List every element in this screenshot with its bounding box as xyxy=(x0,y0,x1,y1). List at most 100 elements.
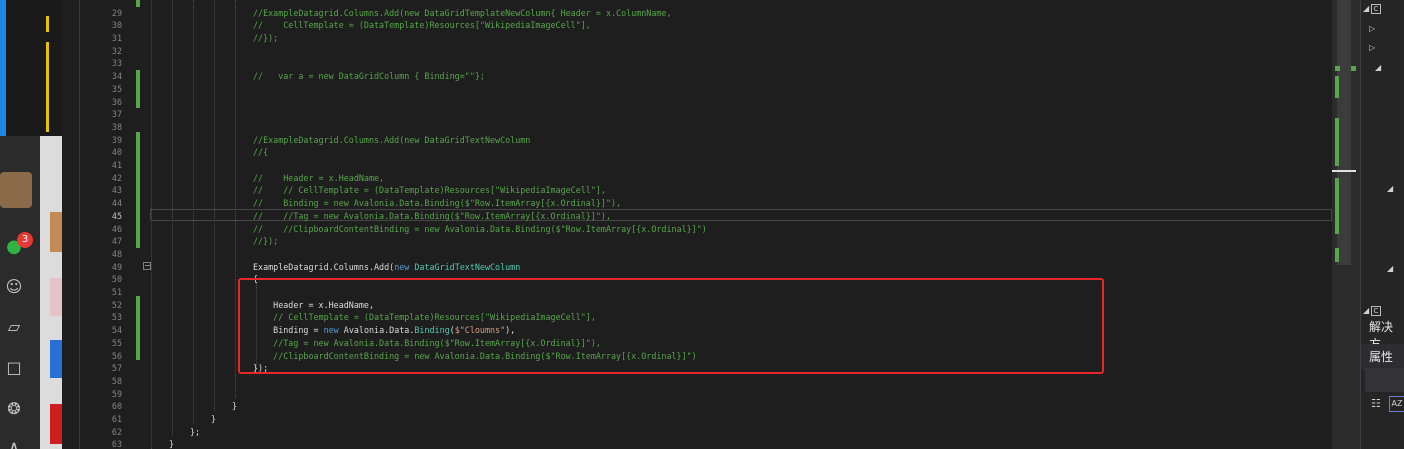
line-number: 35 xyxy=(111,83,122,94)
line-number: 53 xyxy=(111,312,122,323)
expand-triangle-icon[interactable]: ◢ xyxy=(1363,4,1369,13)
line-number: 30 xyxy=(111,20,122,31)
code-text: //ExampleDatagrid.Columns.Add(new DataGr… xyxy=(253,7,672,18)
expand-triangle-icon[interactable]: ◢ xyxy=(1363,306,1369,315)
line-number: 34 xyxy=(111,71,122,82)
code-line[interactable]: 60} xyxy=(62,400,1332,413)
expand-triangle-icon[interactable]: ▷ xyxy=(1369,43,1375,52)
line-number: 36 xyxy=(111,96,122,107)
code-text: } xyxy=(211,414,217,424)
alphabetical-sort-icon[interactable]: AZ xyxy=(1389,396,1404,412)
code-text: // CellTemplate = (DataTemplate)Resource… xyxy=(253,20,591,31)
code-line[interactable]: 58 xyxy=(62,375,1332,388)
code-text: // Header = x.HeadName, xyxy=(253,172,385,183)
line-number: 46 xyxy=(111,223,122,234)
line-number: 56 xyxy=(111,350,122,361)
code-text: }; xyxy=(190,426,201,437)
change-marker xyxy=(1335,248,1339,262)
line-number: 41 xyxy=(111,160,122,170)
change-marker xyxy=(1335,178,1339,234)
code-line-current[interactable]: 45 // //Tag = new Avalonia.Data.Binding($… xyxy=(62,210,1332,223)
code-text: //{ xyxy=(253,147,269,158)
code-line[interactable]: 32 xyxy=(62,45,1332,58)
code-line[interactable]: 43 // // CellTemplate = (DataTemplate)Res… xyxy=(62,184,1332,197)
line-number: 29 xyxy=(111,7,122,18)
expand-triangle-icon[interactable]: ◢ xyxy=(1387,184,1393,193)
code-line[interactable]: 61} xyxy=(62,413,1332,426)
change-marker xyxy=(1351,66,1356,71)
code-line[interactable]: 42 // Header = x.HeadName, xyxy=(62,172,1332,185)
code-text: // // CellTemplate = (DataTemplate)Resou… xyxy=(253,185,606,196)
code-line[interactable]: 49 ExampleDatagrid.Columns.Add(new DataGr… xyxy=(62,261,1332,274)
code-line[interactable]: 34 // var a = new DataGridColumn { Bindin… xyxy=(62,70,1332,83)
line-number: 40 xyxy=(111,147,122,158)
code-line[interactable]: 36 xyxy=(62,96,1332,109)
contacts-icon[interactable]: ☺ xyxy=(3,276,25,298)
code-line[interactable]: 40 //{ xyxy=(62,146,1332,159)
folder-icon[interactable]: □ xyxy=(3,357,25,379)
code-editor[interactable]: − 29//ExampleDatagrid.Columns.Add(new Da… xyxy=(62,0,1332,449)
code-line[interactable]: 37 xyxy=(62,108,1332,121)
conversation-thumbnail[interactable] xyxy=(50,278,62,316)
properties-object-selector[interactable] xyxy=(1365,368,1404,392)
conversation-thumbnail[interactable] xyxy=(50,212,62,252)
code-text: // Binding = new Avalonia.Data.Binding($… xyxy=(253,198,622,209)
chat-app-sidebar: ● 3 ☺ ▱ □ ❂ ∧ xyxy=(0,0,62,449)
scrollbar-thumb[interactable] xyxy=(1337,0,1351,265)
more-icon[interactable]: ∧ xyxy=(3,436,25,449)
avatar[interactable] xyxy=(0,172,32,208)
line-number: 61 xyxy=(111,414,122,424)
change-marker xyxy=(1335,118,1339,166)
line-number: 31 xyxy=(111,33,122,43)
code-text: // //ClipboardContentBinding = new Avalo… xyxy=(253,223,707,234)
code-line[interactable]: 31 //}); xyxy=(62,32,1332,45)
code-line[interactable]: 48 xyxy=(62,248,1332,261)
collapse-all-icon[interactable]: C xyxy=(1371,306,1381,316)
conversation-thumbnail[interactable] xyxy=(50,340,62,378)
red-annotation-box xyxy=(238,278,1104,374)
indicator-bar xyxy=(46,42,49,132)
change-marker xyxy=(1335,76,1339,98)
line-number: 55 xyxy=(111,337,122,348)
code-line[interactable]: 46 // //ClipboardContentBinding = new Ava… xyxy=(62,223,1332,236)
code-text: } xyxy=(232,401,238,412)
code-line[interactable]: 63} xyxy=(62,438,1332,449)
cube-icon[interactable]: ▱ xyxy=(3,316,25,338)
line-number: 63 xyxy=(111,439,122,449)
code-line[interactable]: 38 xyxy=(62,121,1332,134)
tool-window-panel: C ◢ ▷ ▷ ◢ ◢ ◢ ◢ C 解决方 属性 ☷ AZ xyxy=(1360,0,1404,449)
code-line[interactable]: 62}; xyxy=(62,426,1332,439)
code-line[interactable]: 39 //ExampleDatagrid.Columns.Add(new Data… xyxy=(62,134,1332,147)
line-number: 45 xyxy=(111,210,122,221)
conversation-thumbnail[interactable] xyxy=(50,404,62,444)
expand-triangle-icon[interactable]: ▷ xyxy=(1369,24,1375,33)
line-number: 32 xyxy=(111,45,122,56)
categorized-icon[interactable]: ☷ xyxy=(1371,397,1385,411)
line-number: 50 xyxy=(111,274,122,285)
vertical-scrollbar[interactable] xyxy=(1332,0,1360,449)
code-line[interactable]: 29 //ExampleDatagrid.Columns.Add(new Data… xyxy=(62,7,1332,20)
expand-triangle-icon[interactable]: ◢ xyxy=(1387,264,1393,273)
line-number: 37 xyxy=(111,109,122,120)
code-line[interactable]: 44 // Binding = new Avalonia.Data.Binding… xyxy=(62,197,1332,210)
code-text: //}); xyxy=(253,236,279,247)
code-token: ExampleDatagrid.Columns.Add(new DataGrid… xyxy=(253,261,521,272)
window-edge-accent xyxy=(0,0,6,136)
code-text: // var a = new DataGridColumn { Binding=… xyxy=(253,71,485,82)
taskbar-strip xyxy=(0,0,62,136)
code-line[interactable]: 33 xyxy=(62,57,1332,70)
line-number: 39 xyxy=(111,134,122,145)
line-number: 33 xyxy=(111,58,122,69)
code-text: //}); xyxy=(253,33,279,43)
line-number: 54 xyxy=(111,325,122,336)
code-line[interactable]: 30 // CellTemplate = (DataTemplate)Resour… xyxy=(62,19,1332,32)
code-line[interactable]: 59 xyxy=(62,388,1332,401)
code-line[interactable]: 41 xyxy=(62,159,1332,172)
expand-triangle-icon[interactable]: ◢ xyxy=(1375,63,1381,72)
line-number: 48 xyxy=(111,248,122,259)
aperture-icon[interactable]: ❂ xyxy=(3,398,25,420)
line-number: 49 xyxy=(111,261,122,272)
code-line[interactable]: 35 xyxy=(62,83,1332,96)
code-line[interactable]: 47 //}); xyxy=(62,235,1332,248)
collapse-all-icon[interactable]: C xyxy=(1371,4,1381,14)
